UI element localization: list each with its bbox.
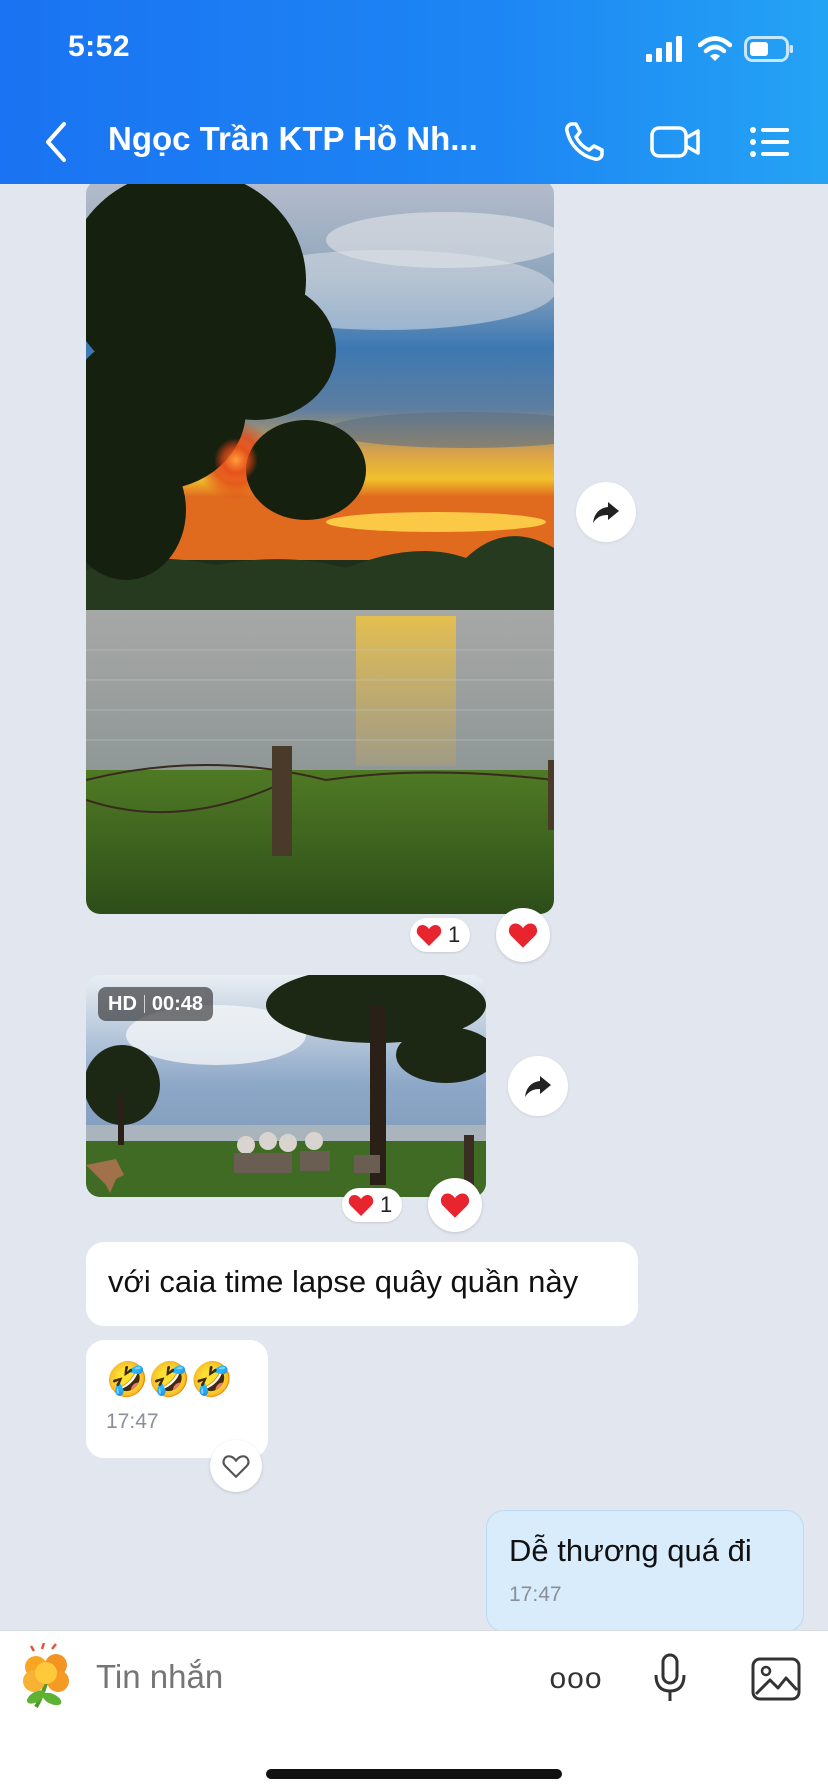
video-duration: 00:48: [151, 992, 204, 1015]
share-forward-icon: [525, 1076, 551, 1097]
emoji-react-button[interactable]: [210, 1440, 262, 1492]
message-input[interactable]: [96, 1647, 516, 1707]
heart-icon: [348, 1195, 374, 1216]
message-list[interactable]: 1 HD 00:48 1 với caia time lapse quây qu…: [0, 184, 828, 1630]
chevron-left-icon: [46, 122, 66, 162]
microphone-icon: [654, 1653, 686, 1701]
more-options-label: ooo: [549, 1662, 603, 1695]
message-time: 17:47: [509, 1583, 562, 1606]
back-button[interactable]: [40, 118, 76, 166]
list-menu-icon: [750, 127, 789, 157]
options-menu-button[interactable]: [744, 116, 796, 168]
voice-record-button[interactable]: [648, 1651, 692, 1707]
message-text: với caia time lapse quây quần này: [108, 1264, 579, 1299]
heart-icon: [508, 923, 538, 948]
wifi-icon: [698, 36, 732, 61]
voice-call-button[interactable]: [558, 116, 610, 168]
gallery-button[interactable]: [750, 1651, 802, 1707]
badge-divider: [143, 995, 145, 1013]
video-quality: HD: [108, 992, 137, 1015]
message-bubble-sent[interactable]: Dễ thương quá đi 17:47: [486, 1510, 804, 1630]
heart-outline-icon: [222, 1455, 250, 1479]
composer-bar: ooo: [0, 1630, 828, 1792]
message-time: 17:47: [106, 1410, 159, 1433]
sunset-lake-image: [86, 184, 554, 914]
phone-icon: [565, 122, 604, 161]
photo-reaction-number: 1: [448, 922, 461, 947]
chat-header: 5:52 Ngọc Trần KTP Hồ Nh...: [0, 0, 828, 184]
video-message[interactable]: HD 00:48: [86, 975, 486, 1197]
home-indicator: [266, 1769, 562, 1779]
message-text: Dễ thương quá đi: [509, 1533, 752, 1568]
image-gallery-icon: [751, 1657, 801, 1701]
heart-icon: [416, 925, 442, 946]
chat-title[interactable]: Ngọc Trần KTP Hồ Nh...: [108, 120, 478, 158]
video-badge: HD 00:48: [98, 987, 214, 1021]
cellular-signal-icon: [646, 36, 682, 62]
status-icons: [646, 36, 794, 62]
video-react-button[interactable]: [428, 1178, 482, 1232]
heart-icon: [440, 1193, 470, 1218]
status-time: 5:52: [68, 30, 131, 63]
more-options-button[interactable]: ooo: [546, 1651, 606, 1707]
emoji-text: 🤣🤣🤣: [106, 1361, 234, 1399]
photo-react-button[interactable]: [496, 908, 550, 962]
share-video-button[interactable]: [508, 1056, 568, 1116]
video-camera-icon: [650, 126, 700, 158]
photo-reaction-count[interactable]: 1: [410, 918, 471, 952]
video-reaction-count[interactable]: 1: [342, 1188, 403, 1222]
video-call-button[interactable]: [648, 116, 704, 168]
flower-sticker-icon: [23, 1642, 69, 1709]
share-forward-icon: [593, 502, 619, 523]
video-reaction-number: 1: [380, 1192, 393, 1217]
battery-icon: [744, 36, 793, 62]
sunset-lake-photo[interactable]: [86, 184, 554, 914]
sticker-button[interactable]: [14, 1642, 82, 1711]
share-photo-button[interactable]: [576, 482, 636, 542]
message-bubble-received[interactable]: với caia time lapse quây quần này: [86, 1242, 638, 1326]
